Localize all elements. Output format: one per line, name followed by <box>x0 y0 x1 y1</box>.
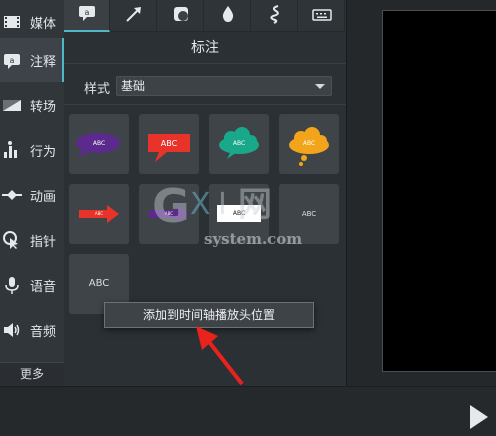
svg-text:a: a <box>10 56 15 65</box>
sidebar-item-audio[interactable]: 音频 <box>0 308 64 352</box>
panel-title: 标注 <box>64 32 346 64</box>
divider <box>64 104 346 105</box>
context-menu-item-add-at-playhead[interactable]: 添加到时间轴播放头位置 <box>143 308 275 322</box>
svg-text:网: 网 <box>238 185 272 225</box>
microphone-icon <box>2 275 22 295</box>
sidebar-item-label: 动画 <box>30 189 57 205</box>
sketch-motion-icon <box>265 4 285 28</box>
tab-sketch-motion[interactable] <box>252 0 298 32</box>
sidebar-item-label: 注释 <box>30 54 57 70</box>
sidebar-item-label: 行为 <box>30 144 57 160</box>
sidebar-item-label: 指针 <box>30 234 57 250</box>
shape-icon <box>171 4 191 28</box>
style-dropdown-value: 基础 <box>121 79 146 93</box>
callout-tile-speech-oval[interactable]: ABC <box>69 114 129 174</box>
sidebar-item-voice[interactable]: 语音 <box>0 263 64 307</box>
timeline-strip <box>0 386 496 436</box>
behavior-icon <box>2 140 22 160</box>
sidebar-item-behaviors[interactable]: 行为 <box>0 128 64 172</box>
preview-area <box>346 0 496 386</box>
callout-tile-speech-rect[interactable]: ABC <box>139 114 199 174</box>
sidebar-item-label: 音频 <box>30 324 57 340</box>
tab-keystroke[interactable] <box>299 0 345 32</box>
tab-shapes[interactable] <box>158 0 204 32</box>
more-button[interactable]: 更多 <box>0 362 64 386</box>
sidebar-item-annotations[interactable]: a 注释 <box>0 38 64 82</box>
callout-icon: a <box>77 4 97 26</box>
red-pointer-arrow <box>196 326 244 386</box>
tab-arrows-lines[interactable] <box>111 0 157 32</box>
sidebar-item-cursor-effects[interactable]: 指针 <box>0 218 64 262</box>
svg-text:a: a <box>84 8 89 17</box>
svg-text:I: I <box>218 187 227 222</box>
film-strip-icon <box>2 12 22 32</box>
sidebar-item-animations[interactable]: 动画 <box>0 173 64 217</box>
tile-label: ABC <box>302 140 316 147</box>
callout-tile-thought-cloud[interactable]: ABC <box>279 114 339 174</box>
tile-label: ABC <box>94 211 104 216</box>
animation-icon <box>2 185 22 205</box>
annotation-icon: a <box>2 50 22 70</box>
callout-tile-arrow-red[interactable]: ABC <box>69 184 129 244</box>
chevron-down-icon <box>315 84 325 89</box>
style-label: 样式 <box>84 82 111 97</box>
transition-icon <box>2 95 22 115</box>
tile-label: ABC <box>232 140 246 147</box>
play-button[interactable] <box>466 402 492 432</box>
svg-text:X: X <box>190 187 211 222</box>
sidebar-item-transitions[interactable]: 转场 <box>0 83 64 127</box>
play-icon <box>470 405 488 429</box>
sidebar-item-label: 语音 <box>30 279 57 295</box>
blur-drop-icon <box>218 4 238 28</box>
sidebar: 媒体 a 注释 转场 行为 动画 指针 语音 音频 更多 <box>0 0 64 386</box>
sidebar-item-label: 转场 <box>30 99 57 115</box>
annotation-type-tabs: a <box>64 0 346 32</box>
speaker-icon <box>2 320 22 340</box>
tab-callouts[interactable]: a <box>64 0 110 32</box>
preview-canvas[interactable] <box>382 10 496 372</box>
svg-text:G: G <box>152 179 190 233</box>
style-dropdown[interactable]: 基础 <box>116 76 332 96</box>
tab-blur-highlight[interactable] <box>205 0 251 32</box>
arrow-icon <box>124 4 144 28</box>
callout-tile-cloud[interactable]: ABC <box>209 114 269 174</box>
cursor-effect-icon <box>2 230 22 250</box>
watermark-domain: system.com <box>204 230 303 248</box>
sidebar-item-label: 媒体 <box>30 16 57 32</box>
tile-label: ABC <box>92 140 106 147</box>
tile-label: ABC <box>160 139 178 148</box>
keyboard-icon <box>311 7 332 26</box>
